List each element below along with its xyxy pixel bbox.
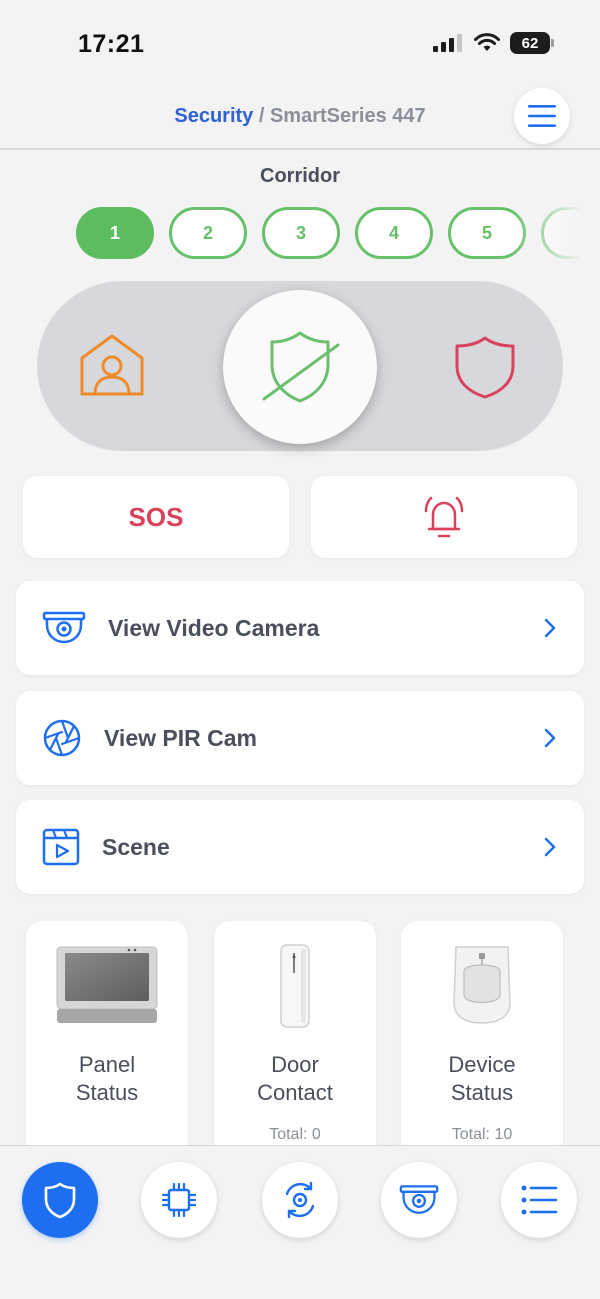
list-icon bbox=[521, 1185, 558, 1215]
dome-camera-icon bbox=[399, 1185, 439, 1214]
clapperboard-icon bbox=[42, 828, 80, 866]
clock: 17:21 bbox=[78, 30, 145, 58]
sos-button[interactable]: SOS bbox=[23, 476, 289, 558]
zone-title: Corridor bbox=[260, 165, 340, 187]
panel-title-line1: Panel bbox=[78, 1052, 136, 1077]
nav-devices-button[interactable] bbox=[141, 1162, 217, 1238]
nav-list-button[interactable] bbox=[501, 1162, 577, 1238]
bottom-nav bbox=[0, 1145, 600, 1299]
nav-security-button[interactable] bbox=[22, 1162, 98, 1238]
menu-button[interactable] bbox=[514, 88, 570, 144]
device-status-title: Device Status bbox=[401, 1051, 563, 1107]
chip-icon bbox=[161, 1182, 197, 1218]
door-contact-image bbox=[214, 943, 376, 1053]
scene-label: Scene bbox=[102, 833, 170, 860]
control-panel-icon bbox=[56, 946, 158, 1023]
home-icon bbox=[80, 334, 144, 396]
breadcrumb: Security / SmartSeries 447 bbox=[0, 105, 600, 128]
wifi-icon bbox=[474, 33, 500, 51]
door-contact-title: Door Contact bbox=[214, 1051, 376, 1107]
cellular-signal-icon bbox=[433, 34, 462, 52]
device-title-line1: Device bbox=[448, 1052, 516, 1077]
shield-icon bbox=[44, 1182, 76, 1219]
device-title-line2: Status bbox=[450, 1080, 514, 1105]
chevron-right-icon bbox=[544, 728, 556, 748]
app-header: Security / SmartSeries 447 bbox=[0, 88, 600, 150]
zone-pill-2[interactable]: 2 bbox=[169, 207, 247, 259]
door-contact-tile[interactable]: Door Contact Total: 0 bbox=[214, 921, 376, 1161]
panel-title-line2: Status bbox=[75, 1080, 139, 1105]
scene-row[interactable]: Scene bbox=[16, 800, 584, 894]
nav-camera-button[interactable] bbox=[381, 1162, 457, 1238]
panel-status-title: Panel Status bbox=[26, 1051, 188, 1107]
dome-camera-icon bbox=[42, 611, 86, 644]
chevron-right-icon bbox=[544, 618, 556, 638]
view-pir-cam-label: View PIR Cam bbox=[104, 724, 257, 751]
hamburger-menu-icon bbox=[528, 105, 556, 127]
nav-automation-button[interactable] bbox=[262, 1162, 338, 1238]
door-contact-total: Total: 0 bbox=[269, 1126, 321, 1143]
disarm-knob[interactable] bbox=[223, 290, 377, 444]
panel-status-tile[interactable]: Panel Status bbox=[26, 921, 188, 1161]
disarmed-shield-icon bbox=[262, 331, 340, 403]
door-title-line1: Door bbox=[271, 1052, 319, 1077]
gear-sync-icon bbox=[285, 1181, 315, 1219]
status-bar: 17:21 62 bbox=[0, 0, 600, 88]
chevron-right-icon bbox=[544, 837, 556, 857]
device-image bbox=[401, 943, 563, 1053]
zone-pill-3[interactable]: 3 bbox=[262, 207, 340, 259]
armed-shield-icon bbox=[455, 336, 515, 399]
aperture-icon bbox=[43, 719, 81, 757]
zone-pill-4[interactable]: 4 bbox=[355, 207, 433, 259]
home-arm-button[interactable] bbox=[78, 332, 146, 403]
breadcrumb-current: SmartSeries 447 bbox=[269, 105, 426, 127]
zone-pill-1[interactable]: 1 bbox=[76, 207, 154, 259]
alarm-bell-icon bbox=[424, 496, 464, 538]
breadcrumb-root[interactable]: Security bbox=[174, 105, 253, 127]
pir-sensor-icon bbox=[453, 946, 511, 1024]
breadcrumb-separator: / bbox=[253, 105, 270, 127]
device-status-tile[interactable]: Device Status Total: 10 bbox=[401, 921, 563, 1161]
device-status-total: Total: 10 bbox=[451, 1126, 513, 1143]
away-arm-button[interactable] bbox=[450, 334, 520, 405]
status-icons: 62 bbox=[432, 32, 554, 54]
door-sensor-icon bbox=[280, 944, 310, 1028]
tiles-scroll-fade bbox=[550, 921, 600, 1161]
panel-image bbox=[26, 943, 188, 1053]
view-pir-cam-row[interactable]: View PIR Cam bbox=[16, 691, 584, 785]
zones-scroll-fade bbox=[510, 200, 600, 268]
view-video-camera-label: View Video Camera bbox=[108, 614, 320, 641]
view-video-camera-row[interactable]: View Video Camera bbox=[16, 581, 584, 675]
battery-indicator: 62 bbox=[510, 32, 554, 54]
panic-alarm-button[interactable] bbox=[311, 476, 577, 558]
door-title-line2: Contact bbox=[257, 1080, 333, 1105]
